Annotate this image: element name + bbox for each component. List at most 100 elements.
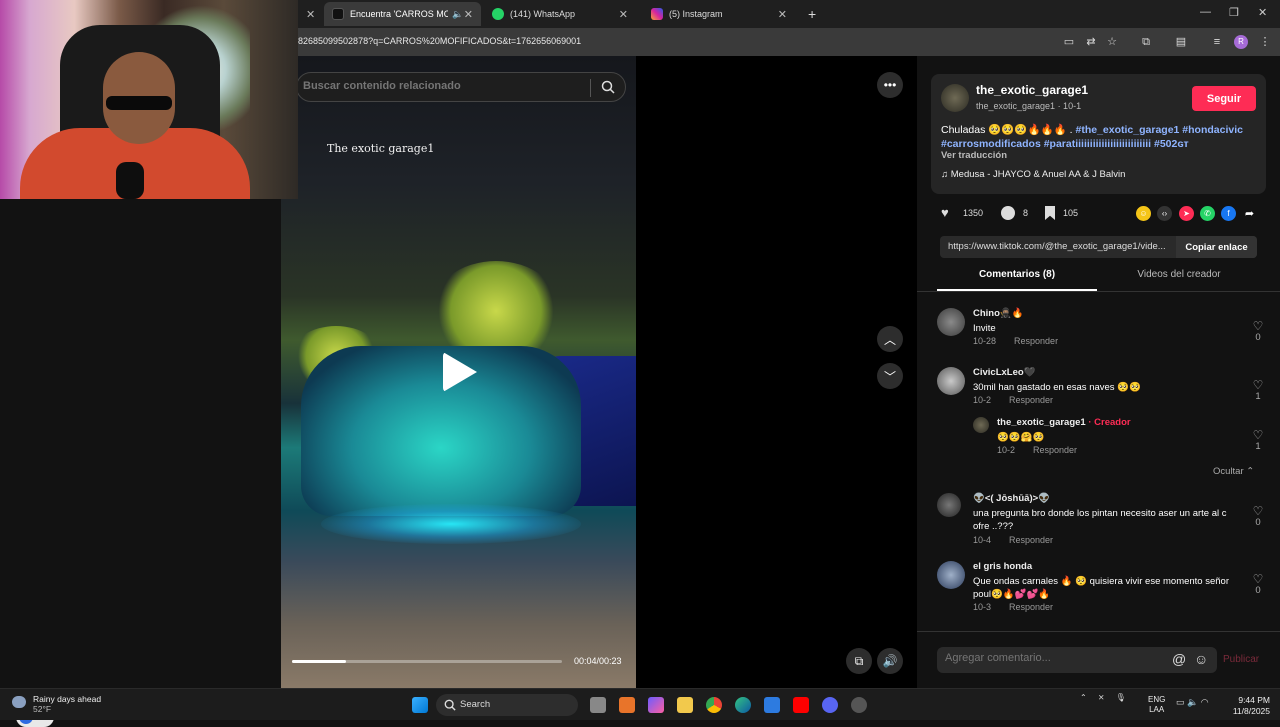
search-icon[interactable] (601, 80, 615, 94)
publish-button[interactable]: Publicar (1223, 654, 1259, 665)
heart-icon[interactable]: ♡ (1251, 429, 1265, 441)
discord-icon[interactable] (822, 697, 838, 713)
comment-stat[interactable]: 8 (1001, 206, 1028, 220)
reply-link[interactable]: Responder (1009, 535, 1053, 545)
volume-icon[interactable]: 🔊 (877, 648, 903, 674)
bookmark-star-icon[interactable]: ☆ (1105, 35, 1119, 49)
chevron-up-icon[interactable]: ︿ (877, 326, 903, 352)
tab-instagram[interactable]: (5) Instagram ✕ (643, 2, 795, 26)
mention-icon[interactable]: @ (1172, 651, 1186, 667)
comment-like[interactable]: ♡ 0 (1251, 505, 1265, 528)
heart-icon[interactable]: ♡ (1251, 320, 1265, 332)
tab-comments[interactable]: Comentarios (8) (937, 269, 1097, 291)
music-track[interactable]: ♫ Medusa - JHAYCO & Anuel AA & J Balvin (941, 169, 1125, 180)
heart-icon[interactable]: ♥ (941, 206, 955, 220)
more-options-icon[interactable]: ••• (877, 72, 903, 98)
close-window-icon[interactable]: ✕ (1258, 6, 1267, 19)
tab-creator-videos[interactable]: Videos del creador (1099, 269, 1259, 291)
sidebar-icon[interactable]: ▤ (1174, 35, 1188, 49)
edge-icon[interactable] (735, 697, 751, 713)
close-icon[interactable]: ✕ (619, 8, 628, 21)
comment-author[interactable]: el gris honda (973, 561, 1032, 572)
profile-avatar[interactable]: R (1234, 35, 1248, 49)
comment-author[interactable]: Chino🥷🏽🔥 (973, 308, 1024, 319)
heart-icon[interactable]: ♡ (1251, 573, 1265, 585)
translate-link[interactable]: Ver traducción (941, 150, 1007, 161)
chrome-icon[interactable] (706, 697, 722, 713)
media-control-icon[interactable]: ≡ (1210, 35, 1224, 49)
task-view-icon[interactable] (590, 697, 606, 713)
restore-icon[interactable]: ❐ (1229, 6, 1239, 19)
comment-like[interactable]: ♡ 0 (1251, 573, 1265, 596)
avatar[interactable] (973, 417, 989, 433)
save-stat[interactable]: 105 (1045, 206, 1078, 220)
reply-link[interactable]: Responder (1033, 445, 1077, 455)
volume-icon[interactable]: 🔈 (1187, 697, 1198, 707)
weather-widget[interactable]: Rainy days ahead 52°F (33, 694, 101, 714)
chevron-down-icon[interactable]: ﹀ (877, 363, 903, 389)
copy-link-button[interactable]: Copiar enlace (1176, 236, 1257, 258)
related-search[interactable] (296, 72, 626, 102)
close-icon[interactable]: ✕ (778, 8, 787, 21)
wifi-icon[interactable]: ◠ (1201, 697, 1209, 707)
comment-like[interactable]: ♡ 1 (1251, 429, 1265, 452)
play-icon[interactable] (443, 352, 477, 392)
video-player[interactable]: The exotic garage1 00:04/00:23 (281, 56, 636, 688)
app-icon[interactable] (619, 697, 635, 713)
comment-icon[interactable] (1001, 206, 1015, 220)
pip-icon[interactable]: ⧉ (846, 648, 872, 674)
system-tray[interactable]: ⌃ ⨯ 🎙 (1080, 693, 1126, 702)
chevron-up-icon[interactable]: ⌃ (1080, 693, 1087, 702)
translate-icon[interactable]: ⇄ (1084, 35, 1098, 49)
emoji-icon[interactable]: ☺ (1194, 651, 1208, 667)
new-tab-button[interactable]: + (800, 2, 824, 26)
close-icon[interactable]: ✕ (306, 8, 315, 21)
heart-icon[interactable]: ♡ (1251, 379, 1265, 391)
send-icon[interactable]: ➤ (1179, 206, 1194, 221)
comment-box[interactable]: @ ☺ (937, 647, 1217, 673)
reply-link[interactable]: Responder (1014, 336, 1058, 346)
reply-link[interactable]: Responder (1009, 602, 1053, 612)
cast-icon[interactable]: ▭ (1062, 35, 1076, 49)
windows-start-icon[interactable] (412, 697, 428, 713)
avatar[interactable] (937, 493, 961, 517)
network-off-icon[interactable]: ⨯ (1098, 693, 1105, 702)
creator-username[interactable]: the_exotic_garage1 (976, 83, 1088, 97)
previous-tab-close[interactable]: ✕ (298, 2, 322, 26)
extensions-icon[interactable]: ⧉ (1139, 35, 1153, 49)
avatar[interactable] (937, 308, 965, 336)
embed-icon[interactable]: ‹› (1157, 206, 1172, 221)
creator-avatar[interactable] (941, 84, 969, 112)
chatgpt-icon[interactable] (851, 697, 867, 713)
tab-whatsapp[interactable]: (141) WhatsApp ✕ (484, 2, 636, 26)
heart-icon[interactable]: ♡ (1251, 505, 1265, 517)
comment-author[interactable]: CivicLxLeo🖤 (973, 367, 1036, 378)
video-link[interactable]: https://www.tiktok.com/@the_exotic_garag… (948, 241, 1178, 252)
share-arrow-icon[interactable]: ➦ (1242, 206, 1257, 221)
close-icon[interactable]: ✕ (464, 8, 473, 21)
display-icon[interactable]: ▭ (1176, 697, 1185, 707)
video-progress-bar[interactable] (292, 660, 562, 663)
comment-like[interactable]: ♡ 1 (1251, 379, 1265, 402)
avatar[interactable] (937, 561, 965, 589)
clock[interactable]: 9:44 PM 11/8/2025 (1222, 695, 1270, 717)
search-input[interactable] (303, 80, 583, 92)
reply-link[interactable]: Responder (1009, 395, 1053, 405)
youtube-icon[interactable] (793, 697, 809, 713)
copilot-icon[interactable] (648, 697, 664, 713)
taskbar-search[interactable]: Search (436, 694, 578, 716)
emoji-share-icon[interactable]: ☺ (1136, 206, 1151, 221)
url-field[interactable]: 82685099502878?q=CARROS%20MOFIFICADOS&t=… (298, 36, 581, 46)
language-indicator[interactable]: ENG LAA (1148, 695, 1165, 715)
menu-icon[interactable]: ⋮ (1258, 35, 1272, 49)
minimize-icon[interactable]: — (1200, 6, 1211, 18)
comment-like[interactable]: ♡ 0 (1251, 320, 1265, 343)
comment-author[interactable]: 👽<( Jōshūā)>👽 (973, 493, 1050, 504)
store-icon[interactable] (764, 697, 780, 713)
comment-author[interactable]: the_exotic_garage1 · Creador (997, 417, 1131, 428)
whatsapp-share-icon[interactable]: ✆ (1200, 206, 1215, 221)
speaker-icon[interactable]: 🔈 (452, 9, 463, 20)
bookmark-icon[interactable] (1045, 206, 1055, 220)
avatar[interactable] (937, 367, 965, 395)
hide-replies-button[interactable]: Ocultar ⌃ (1213, 466, 1254, 477)
